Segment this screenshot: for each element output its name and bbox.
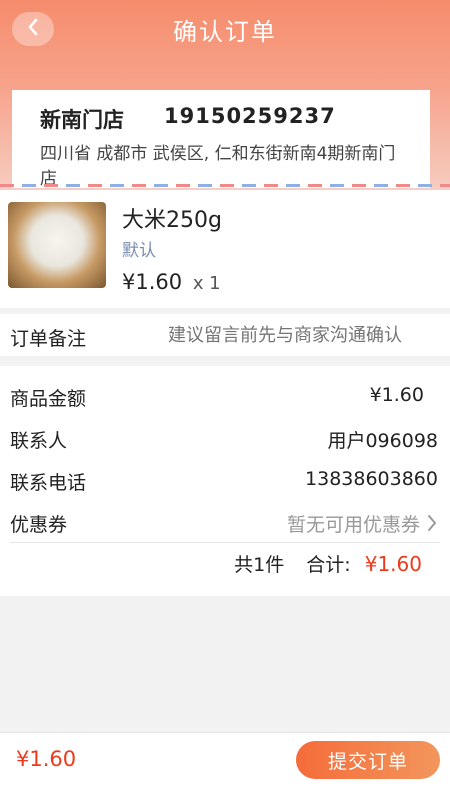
summary-row-coupon[interactable]: 优惠券 暂无可用优惠券 <box>10 506 438 540</box>
summary-value: 用户096098 <box>327 430 438 452</box>
summary-value: 13838603860 <box>305 468 438 490</box>
page-title: 确认订单 <box>173 18 277 46</box>
store-name: 新南门店 <box>40 108 124 132</box>
total-label: 合计: <box>306 554 351 576</box>
summary-label: 联系人 <box>10 430 68 452</box>
summary-value: ¥1.60 <box>369 384 424 406</box>
summary-label: 商品金额 <box>10 388 87 410</box>
coupon-value: 暂无可用优惠券 <box>286 514 420 536</box>
chevron-right-icon <box>426 514 438 536</box>
product-image <box>8 202 106 288</box>
summary-row-contact: 联系人 用户096098 <box>10 422 438 456</box>
summary-label: 联系电话 <box>10 472 87 494</box>
order-summary: 商品金额 ¥1.60 联系人 用户096098 联系电话 13838603860… <box>0 366 450 596</box>
summary-row-phone: 联系电话 13838603860 <box>10 464 438 498</box>
product-spec: 默认 <box>122 241 156 261</box>
product-name: 大米250g <box>122 208 222 233</box>
store-phone: 19150259237 <box>164 104 336 128</box>
remark-label: 订单备注 <box>10 328 87 350</box>
order-remark-row: 订单备注 <box>0 314 450 356</box>
product-price: ¥1.60 <box>122 270 183 294</box>
product-price-line: ¥1.60 x 1 <box>122 270 221 294</box>
summary-label: 优惠券 <box>10 514 68 536</box>
address-card[interactable]: 新南门店 19150259237 四川省 成都市 武侯区, 仁和东街新南4期新南… <box>12 90 430 189</box>
remark-input[interactable] <box>168 322 428 348</box>
total-amount: ¥1.60 <box>364 552 422 576</box>
summary-row-goods-amount: 商品金额 ¥1.60 <box>10 380 438 414</box>
item-count: 共1件 <box>234 554 285 576</box>
bottom-total-price: ¥1.60 <box>16 747 77 771</box>
bottom-bar: ¥1.60 提交订单 <box>0 732 450 801</box>
product-card: 大米250g 默认 ¥1.60 x 1 <box>0 190 450 308</box>
address-divider-stripe <box>0 184 450 187</box>
product-qty: x 1 <box>192 273 221 294</box>
total-line: 共1件 合计: ¥1.60 <box>234 550 422 577</box>
summary-divider <box>10 542 440 543</box>
submit-order-button[interactable]: 提交订单 <box>296 741 440 779</box>
